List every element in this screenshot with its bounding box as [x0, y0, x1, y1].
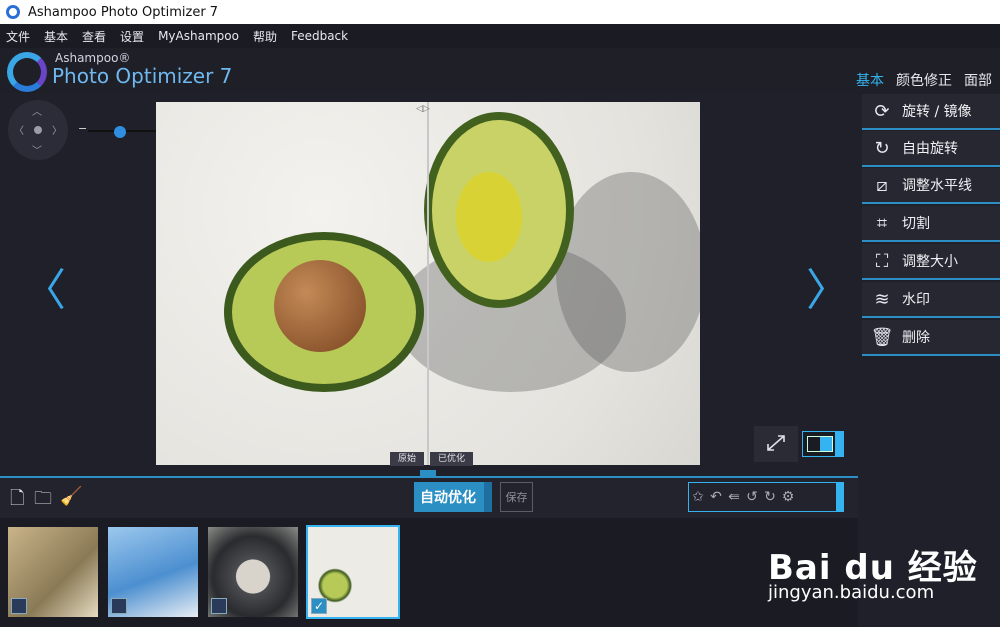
zoom-out-icon[interactable]: − — [78, 122, 87, 135]
rotate-left-icon[interactable]: ↺ — [743, 489, 761, 505]
add-file-icon[interactable]: 🗋 — [10, 486, 24, 516]
thumbnail-item-selected[interactable]: ✓ — [306, 525, 400, 619]
thumbnail-checkbox[interactable] — [11, 598, 27, 614]
auto-optimize-dropdown-icon[interactable] — [484, 482, 492, 512]
avocado-pit — [274, 260, 366, 352]
thumbnail-checkbox-checked[interactable]: ✓ — [311, 598, 327, 614]
settings-gear-icon[interactable]: ⚙ — [779, 489, 797, 505]
sidebar-item-rotate-mirror[interactable]: ⟳ 旋转 / 镜像 — [862, 94, 1000, 130]
sidebar-item-label: 切割 — [902, 216, 930, 232]
sidebar-item-label: 自由旋转 — [902, 141, 958, 157]
watermark-line-2: jingyan.baidu.com — [768, 582, 935, 603]
category-tabs: 基本 颜色修正 面部 — [856, 70, 1000, 90]
compare-dropdown-icon[interactable] — [835, 432, 843, 456]
baidu-watermark: Bai du 经验 jingyan.baidu.com — [768, 520, 998, 620]
auto-optimize-label: 自动优化 — [420, 490, 476, 506]
next-image-icon[interactable]: 〉 — [806, 254, 850, 318]
menu-basic[interactable]: 基本 — [44, 28, 68, 45]
free-rotate-icon: ↻ — [874, 137, 890, 159]
sidebar-item-label: 删除 — [902, 330, 930, 346]
add-folder-icon[interactable]: 🗀 — [34, 486, 52, 516]
star-icon[interactable]: ✩ — [689, 489, 707, 505]
trash-icon: 🗑 — [870, 326, 894, 348]
pan-left-icon[interactable]: 〈 — [14, 122, 24, 137]
rotate-mirror-icon: ⟳ — [874, 100, 890, 122]
thumbnail-item[interactable] — [208, 527, 298, 617]
edit-tools-group: ✩ ↶ ⇚ ↺ ↻ ⚙ — [688, 482, 844, 512]
expand-icon — [767, 435, 785, 451]
collapse-toggle-icon[interactable] — [420, 470, 436, 478]
sidebar-item-straighten[interactable]: ⧄ 调整水平线 — [862, 168, 1000, 204]
auto-optimize-button[interactable]: 自动优化 — [414, 482, 492, 512]
tab-basic[interactable]: 基本 — [856, 70, 884, 90]
sidebar-item-label: 旋转 / 镜像 — [902, 104, 972, 120]
sidebar-item-resize[interactable]: ⛶ 调整大小 — [862, 244, 1000, 280]
menu-myashampoo[interactable]: MyAshampoo — [158, 29, 239, 43]
clear-list-icon[interactable]: 🧹 — [60, 486, 82, 507]
label-original: 原始 — [390, 452, 425, 466]
tools-dropdown-icon[interactable] — [836, 482, 844, 512]
pan-down-icon[interactable]: ﹀ — [32, 142, 42, 157]
thumbnail-item[interactable] — [108, 527, 198, 617]
split-handle-icon[interactable]: ◁▷ — [416, 104, 430, 114]
menu-help[interactable]: 帮助 — [253, 28, 277, 45]
pan-center-icon[interactable] — [34, 126, 42, 134]
thumbnail-item[interactable] — [8, 527, 98, 617]
menu-file[interactable]: 文件 — [6, 28, 30, 45]
sidebar-item-label: 水印 — [902, 292, 930, 308]
zoom-knob[interactable] — [113, 126, 126, 138]
pan-right-icon[interactable]: 〉 — [52, 122, 62, 137]
sidebar-item-label: 调整大小 — [902, 254, 958, 270]
menu-feedback[interactable]: Feedback — [291, 29, 348, 43]
pan-up-icon[interactable]: ︿ — [32, 103, 42, 118]
label-optimized: 已优化 — [430, 452, 474, 466]
tab-face[interactable]: 面部 — [964, 70, 992, 90]
avocado-pit-hole — [456, 172, 522, 262]
sidebar-item-crop[interactable]: ⌗ 切割 — [862, 206, 1000, 242]
menu-settings[interactable]: 设置 — [120, 28, 144, 45]
sidebar-item-label: 调整水平线 — [902, 178, 972, 194]
tab-color-correction[interactable]: 颜色修正 — [896, 70, 952, 90]
undo-icon[interactable]: ↶ — [707, 489, 725, 505]
sidebar-item-delete[interactable]: 🗑 删除 — [862, 320, 1000, 356]
resize-icon: ⛶ — [875, 250, 889, 272]
undo-all-icon[interactable]: ⇚ — [725, 489, 743, 505]
brand-name: Ashampoo® — [55, 51, 131, 65]
split-view-icon — [807, 436, 833, 452]
previous-image-icon[interactable]: 〈 — [22, 254, 66, 318]
straighten-icon: ⧄ — [876, 174, 888, 196]
window-title: Ashampoo Photo Optimizer 7 — [28, 4, 219, 20]
menu-view[interactable]: 查看 — [82, 28, 106, 45]
menu-bar: 文件 基本 查看 设置 MyAshampoo 帮助 Feedback — [0, 24, 1000, 48]
rotate-right-icon[interactable]: ↻ — [761, 489, 779, 505]
ashampoo-logo-icon — [7, 52, 47, 92]
save-button[interactable]: 保存 — [500, 482, 533, 512]
fullscreen-button[interactable] — [754, 426, 798, 462]
product-name: Photo Optimizer 7 — [52, 64, 233, 88]
watermark-icon: ≋ — [874, 288, 890, 310]
title-bar: Ashampoo Photo Optimizer 7 — [0, 0, 1000, 24]
compare-split-line[interactable] — [427, 102, 429, 465]
photo-shadow — [556, 172, 700, 372]
compare-view-button[interactable] — [802, 431, 844, 457]
sidebar-item-watermark[interactable]: ≋ 水印 — [862, 282, 1000, 318]
thumbnail-checkbox[interactable] — [211, 598, 227, 614]
sidebar-item-free-rotate[interactable]: ↻ 自由旋转 — [862, 131, 1000, 167]
pan-navigator[interactable]: ︿ ﹀ 〈 〉 — [8, 100, 68, 160]
app-icon — [6, 5, 20, 19]
thumbnail-checkbox[interactable] — [111, 598, 127, 614]
crop-icon: ⌗ — [876, 212, 888, 234]
